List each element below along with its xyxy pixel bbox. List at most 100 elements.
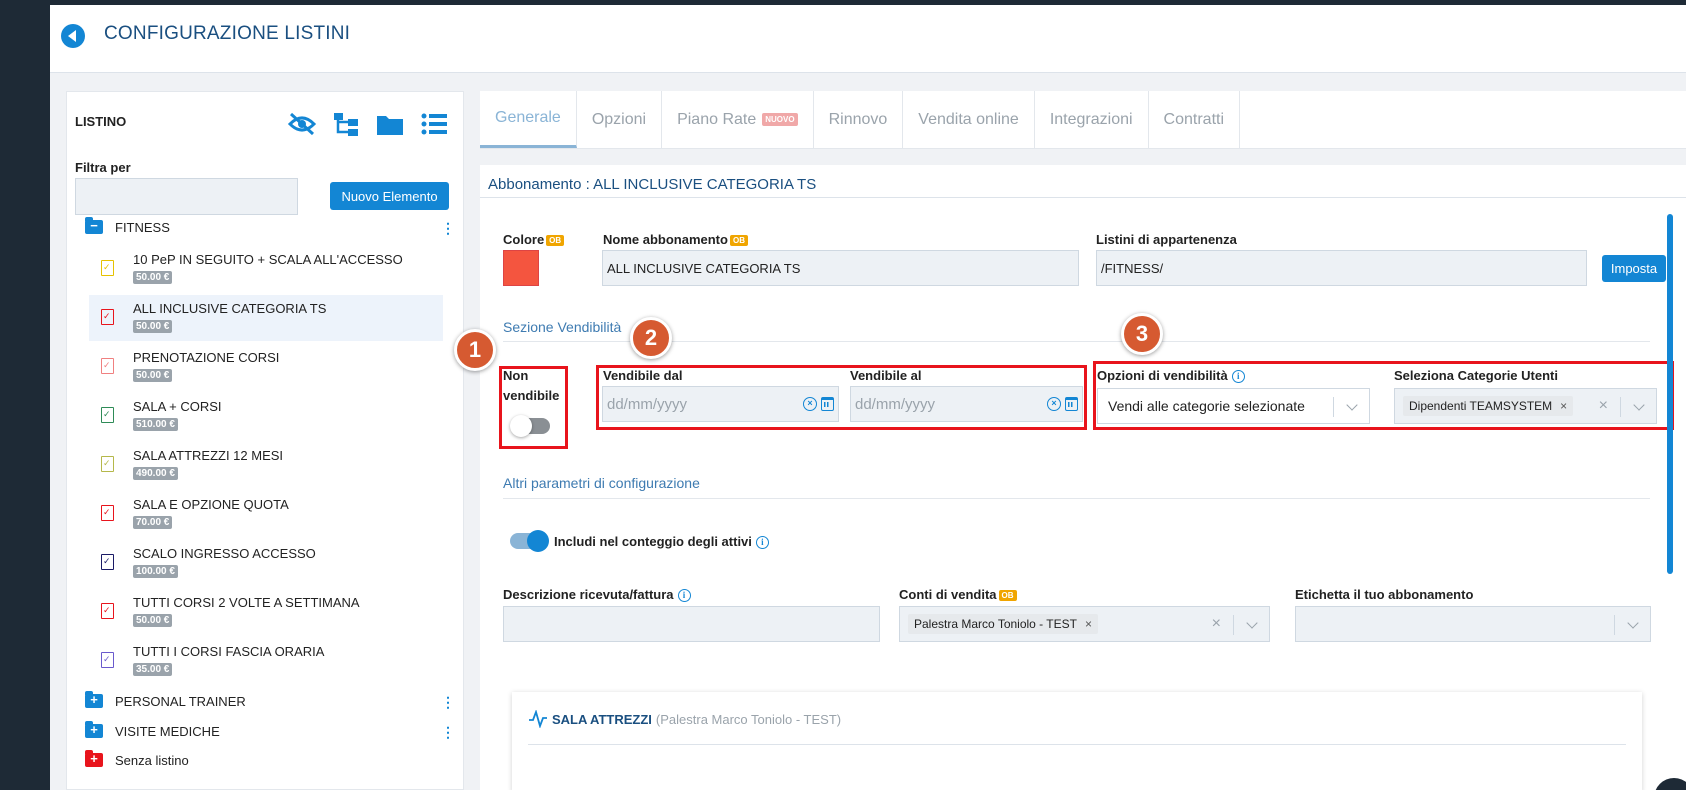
filter-label: Filtra per bbox=[75, 160, 131, 175]
includi-toggle[interactable] bbox=[510, 530, 549, 552]
highlight-box-opzioni bbox=[1093, 361, 1674, 430]
tab-rinnovo[interactable]: Rinnovo bbox=[814, 91, 904, 148]
divider bbox=[503, 498, 1650, 499]
chip-remove-icon[interactable]: × bbox=[1085, 617, 1092, 631]
tree-item[interactable]: TUTTI I CORSI FASCIA ORARIA 35.00 € bbox=[89, 638, 443, 684]
activity-icon bbox=[529, 710, 547, 728]
tree-item-label: SALA + CORSI bbox=[133, 399, 222, 414]
tree-item-label: TUTTI CORSI 2 VOLTE A SETTIMANA bbox=[133, 595, 360, 610]
tab-opzioni[interactable]: Opzioni bbox=[577, 91, 663, 148]
tree-item[interactable]: SALA ATTREZZI 12 MESI 490.00 € bbox=[89, 442, 443, 488]
ob-badge: OB bbox=[998, 590, 1017, 601]
sala-attrezzi-card: SALA ATTREZZI (Palestra Marco Toniolo - … bbox=[512, 692, 1642, 790]
divider bbox=[480, 197, 1686, 198]
document-check-icon bbox=[101, 309, 114, 325]
tab-label: Integrazioni bbox=[1049, 110, 1133, 128]
tab-generale[interactable]: Generale bbox=[480, 91, 577, 148]
price-badge: 50.00 € bbox=[133, 614, 173, 627]
highlight-box-dates bbox=[596, 365, 1087, 430]
tab-label: Rinnovo bbox=[828, 110, 888, 128]
price-badge: 490.00 € bbox=[133, 467, 178, 480]
tab-integrazioni[interactable]: Integrazioni bbox=[1035, 91, 1149, 148]
list-view-icon[interactable] bbox=[419, 110, 449, 138]
tree-group[interactable]: − FITNESS ⋮ bbox=[85, 215, 455, 239]
tree-item-label: SALA ATTREZZI 12 MESI bbox=[133, 448, 284, 463]
chevron-down-icon[interactable] bbox=[1614, 615, 1650, 635]
conti-select[interactable]: Palestra Marco Toniolo - TEST × × bbox=[899, 606, 1270, 642]
tree-item-label: PRENOTAZIONE CORSI bbox=[133, 350, 280, 365]
scrollbar[interactable] bbox=[1667, 214, 1673, 574]
app-sidebar bbox=[0, 0, 50, 790]
tab-vendita-online[interactable]: Vendita online bbox=[903, 91, 1035, 148]
tree-item-label: SCALO INGRESSO ACCESSO bbox=[133, 546, 316, 561]
tree-item[interactable]: SCALO INGRESSO ACCESSO 100.00 € bbox=[89, 540, 443, 586]
tab-contratti[interactable]: Contratti bbox=[1149, 91, 1241, 148]
name-input[interactable]: ALL INCLUSIVE CATEGORIA TS bbox=[602, 250, 1079, 286]
card-title-text: SALA ATTREZZI bbox=[552, 711, 652, 727]
tree-group[interactable]: + PERSONAL TRAINER ⋮ bbox=[85, 689, 455, 713]
etichetta-label: Etichetta il tuo abbonamento bbox=[1295, 587, 1474, 602]
document-check-icon bbox=[101, 554, 114, 570]
document-check-icon bbox=[101, 652, 114, 668]
document-check-icon bbox=[101, 260, 114, 276]
highlight-box-non-vendibile bbox=[499, 366, 568, 449]
callout-3: 3 bbox=[1121, 313, 1163, 355]
tree-item[interactable]: SALA E OPZIONE QUOTA 70.00 € bbox=[89, 491, 443, 537]
listino-panel: LISTINO Filtra per Nuovo Elemento − FITNE… bbox=[66, 91, 464, 790]
folder-icon: + bbox=[85, 721, 103, 738]
listini-input[interactable]: /FITNESS/ bbox=[1096, 250, 1587, 286]
tab-piano-rate[interactable]: Piano Rate NUOVO bbox=[662, 91, 814, 148]
back-arrow-icon[interactable] bbox=[61, 24, 85, 48]
document-check-icon bbox=[101, 505, 114, 521]
tree-item[interactable]: TUTTI CORSI 2 VOLTE A SETTIMANA 50.00 € bbox=[89, 589, 443, 635]
tree-group[interactable]: + VISITE MEDICHE ⋮ bbox=[85, 719, 455, 743]
callout-2: 2 bbox=[630, 317, 672, 359]
tree-item[interactable]: ALL INCLUSIVE CATEGORIA TS 50.00 € bbox=[89, 295, 443, 341]
imposta-button[interactable]: Imposta bbox=[1602, 255, 1666, 282]
hide-eye-icon[interactable] bbox=[287, 110, 317, 138]
tree-item-label: TUTTI I CORSI FASCIA ORARIA bbox=[133, 644, 325, 659]
price-badge: 70.00 € bbox=[133, 516, 173, 529]
callout-1: 1 bbox=[454, 329, 496, 371]
document-check-icon bbox=[101, 603, 114, 619]
listino-toolbar bbox=[287, 110, 449, 138]
section-vendibilita: Sezione Vendibilità bbox=[503, 319, 622, 335]
filter-input[interactable] bbox=[75, 178, 298, 215]
conti-label: Conti di vendita OB bbox=[899, 587, 1017, 602]
more-vertical-icon[interactable]: ⋮ bbox=[441, 220, 455, 237]
more-vertical-icon[interactable]: ⋮ bbox=[441, 724, 455, 741]
tree-item[interactable]: 10 PeP IN SEGUITO + SCALA ALL'ACCESSO 50.… bbox=[89, 246, 443, 292]
tree-group[interactable]: + Senza listino bbox=[85, 748, 455, 772]
price-badge: 100.00 € bbox=[133, 565, 178, 578]
new-element-button[interactable]: Nuovo Elemento bbox=[330, 182, 449, 210]
folder-icon: + bbox=[85, 750, 103, 767]
card-title: SALA ATTREZZI (Palestra Marco Toniolo - … bbox=[528, 710, 841, 728]
price-badge: 35.00 € bbox=[133, 663, 173, 676]
tree-item-label: ALL INCLUSIVE CATEGORIA TS bbox=[133, 301, 327, 316]
info-icon[interactable]: i bbox=[755, 536, 769, 549]
name-label: Nome abbonamento OB bbox=[603, 232, 748, 247]
color-label: Colore OB bbox=[503, 232, 565, 247]
more-vertical-icon[interactable]: ⋮ bbox=[441, 694, 455, 711]
ob-badge: OB bbox=[546, 235, 565, 246]
folder-icon: − bbox=[85, 217, 103, 234]
info-icon[interactable]: i bbox=[677, 589, 691, 602]
chevron-down-icon[interactable] bbox=[1233, 615, 1269, 635]
divider bbox=[528, 744, 1626, 745]
tree-view-icon[interactable] bbox=[331, 110, 361, 138]
tree-item[interactable]: PRENOTAZIONE CORSI 50.00 € bbox=[89, 344, 443, 390]
tab-label: Vendita online bbox=[918, 110, 1019, 128]
price-badge: 510.00 € bbox=[133, 418, 178, 431]
price-badge: 50.00 € bbox=[133, 320, 173, 333]
tab-label: Contratti bbox=[1163, 110, 1225, 128]
card-subtitle: (Palestra Marco Toniolo - TEST) bbox=[655, 711, 842, 727]
folder-icon[interactable] bbox=[375, 110, 405, 138]
etichetta-select[interactable] bbox=[1295, 606, 1651, 642]
clear-icon[interactable]: × bbox=[1212, 615, 1221, 633]
descrizione-input[interactable] bbox=[503, 606, 880, 642]
tree-item[interactable]: SALA + CORSI 510.00 € bbox=[89, 393, 443, 439]
tree-item-label: SALA E OPZIONE QUOTA bbox=[133, 497, 289, 512]
tree-item-label: 10 PeP IN SEGUITO + SCALA ALL'ACCESSO bbox=[133, 252, 403, 267]
divider bbox=[503, 341, 1650, 342]
color-swatch[interactable] bbox=[503, 250, 539, 286]
